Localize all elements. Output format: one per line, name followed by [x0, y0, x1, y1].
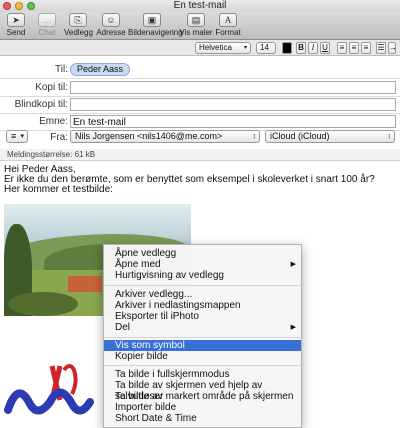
menu-item-capture-fullscreen[interactable]: Ta bilde i fullskjermmodus — [104, 369, 301, 380]
bold-button[interactable]: B — [296, 42, 306, 54]
menu-separator — [104, 285, 301, 286]
align-right-button[interactable]: ≡ — [361, 42, 371, 54]
menu-item-capture-timer[interactable]: Ta bilde av skjermen ved hjelp av selvut… — [104, 380, 301, 402]
menu-item-share[interactable]: Del ▶ — [104, 322, 301, 333]
photo-browser-button[interactable]: ▣ Bildenavigering — [128, 13, 183, 37]
recipient-token[interactable]: Peder Aass — [70, 63, 131, 76]
italic-button[interactable]: I — [308, 42, 318, 54]
bcc-label: Blindkopi til: — [14, 99, 68, 110]
menu-item-copy-image[interactable]: Kopier bilde — [104, 351, 301, 362]
paperclip-icon: ⎘ — [69, 13, 87, 27]
subject-label: Emne: — [39, 116, 68, 127]
cc-row: Kopi til: — [0, 79, 400, 97]
toolbar: ➤ Send … Chat ⎘ Vedlegg ☺ Adresse ▣ Bild… — [0, 12, 400, 40]
address-book-icon: ☺ — [102, 13, 120, 27]
bcc-field[interactable] — [70, 98, 396, 111]
address-button[interactable]: ☺ Adresse — [95, 13, 127, 37]
body-line: Her kommer et testbilde: — [4, 184, 113, 195]
chevron-down-icon: ▾ — [243, 45, 247, 51]
menu-item-capture-selection[interactable]: Ta bilde av markert område på skjermen — [104, 391, 301, 402]
menu-item-open-with[interactable]: Åpne med ▶ — [104, 259, 301, 270]
bcc-row: Blindkopi til: — [0, 96, 400, 114]
menu-item-save-attachment[interactable]: Arkiver vedlegg... — [104, 289, 301, 300]
templates-button[interactable]: ▤ Vis maler — [179, 13, 213, 37]
submenu-arrow-icon: ▶ — [290, 324, 296, 331]
chevron-updown-icon: ↕ — [387, 133, 392, 140]
align-left-button[interactable]: ≡ — [337, 42, 347, 54]
cc-field[interactable] — [70, 81, 396, 94]
menu-separator — [104, 365, 301, 366]
templates-icon: ▤ — [187, 13, 205, 27]
from-label: Fra: — [50, 132, 68, 143]
font-size-select[interactable]: 14 — [256, 42, 276, 54]
menu-item-open-attachment[interactable]: Åpne vedlegg — [104, 248, 301, 259]
font-select[interactable]: Helvetica ▾ — [195, 42, 251, 54]
menu-item-quick-look[interactable]: Hurtigvisning av vedlegg — [104, 270, 301, 281]
chevron-updown-icon: ↕ — [252, 133, 257, 140]
from-row: ≡ ▾ Fra: Nils Jorgensen <nils1406@me.com>… — [0, 129, 400, 148]
cc-label: Kopi til: — [35, 82, 68, 93]
menu-item-export-iphoto[interactable]: Eksporter til iPhoto — [104, 311, 301, 322]
message-size: Meldingsstørrelse: 61 kB — [0, 149, 400, 161]
menu-separator — [104, 337, 301, 338]
format-icon: A — [219, 13, 237, 27]
message-body[interactable]: Hei Peder Aass, Er ikke du den berømte, … — [4, 165, 394, 195]
menu-item-short-date-time[interactable]: Short Date & Time — [104, 413, 301, 424]
to-label: Til: — [55, 64, 68, 75]
format-button[interactable]: A Format — [214, 13, 242, 37]
format-bar: Helvetica ▾ 14 B I U ≡ ≡ ≡ ☰ → — [0, 40, 400, 56]
menu-item-import-image[interactable]: Importer bilde — [104, 402, 301, 413]
chat-button[interactable]: … Chat — [35, 13, 59, 37]
to-field[interactable]: Peder Aass — [70, 63, 396, 76]
attach-button[interactable]: ⎘ Vedlegg — [64, 13, 93, 37]
account-select[interactable]: iCloud (iCloud) ↕ — [265, 130, 395, 143]
subject-field[interactable]: En test-mail — [70, 115, 396, 128]
send-button[interactable]: ➤ Send — [5, 13, 27, 37]
from-select[interactable]: Nils Jorgensen <nils1406@me.com> ↕ — [70, 130, 260, 143]
title-bar: En test-mail — [0, 0, 400, 12]
menu-item-view-as-icon[interactable]: Vis som symbol — [104, 340, 301, 351]
list-button[interactable]: ☰ — [376, 42, 386, 54]
indent-button[interactable]: → — [388, 42, 397, 54]
context-menu: Åpne vedlegg Åpne med ▶ Hurtigvisning av … — [103, 244, 302, 428]
photo-icon: ▣ — [143, 13, 161, 27]
send-icon: ➤ — [7, 13, 25, 27]
submenu-arrow-icon: ▶ — [290, 261, 296, 268]
chat-icon: … — [38, 13, 56, 27]
align-center-button[interactable]: ≡ — [349, 42, 359, 54]
text-color-button[interactable] — [282, 42, 292, 54]
window-title: En test-mail — [173, 0, 227, 11]
underline-button[interactable]: U — [320, 42, 330, 54]
to-row: Til: Peder Aass — [0, 61, 400, 79]
menu-item-save-to-downloads[interactable]: Arkiver i nedlastingsmappen — [104, 300, 301, 311]
